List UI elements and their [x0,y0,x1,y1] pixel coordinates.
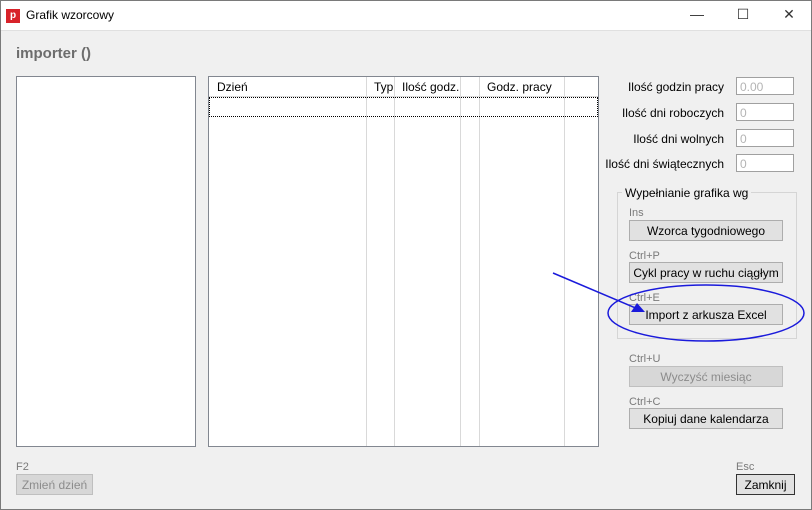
change-day-shortcut: F2 [16,461,29,473]
close-button[interactable]: Zamknij [736,474,795,495]
copy-calendar-shortcut: Ctrl+C [629,396,661,408]
hours-field[interactable]: 0.00 [736,77,794,95]
import-excel-button[interactable]: Import z arkusza Excel [629,304,783,325]
column-divider [394,77,395,446]
hours-label: Ilość godzin pracy [627,80,724,94]
days-grid[interactable]: Dzień Typ Ilość godz. Godz. pracy [208,76,599,447]
minimize-icon[interactable]: — [674,0,720,30]
column-header-type[interactable]: Typ [374,80,393,94]
column-divider [564,77,565,446]
column-header-day[interactable]: Dzień [217,80,248,94]
copy-calendar-button[interactable]: Kopiuj dane kalendarza [629,408,783,429]
selected-row-focus[interactable] [209,97,598,117]
column-header-hours[interactable]: Ilość godz. [402,80,459,94]
excel-shortcut: Ctrl+E [629,292,660,304]
change-day-button[interactable]: Zmień dzień [16,474,93,495]
column-divider [460,77,461,446]
close-shortcut: Esc [736,461,755,473]
weekly-pattern-button[interactable]: Wzorca tygodniowego [629,220,783,241]
window-title: Grafik wzorcowy [26,8,115,22]
column-header-work-hours[interactable]: Godz. pracy [487,80,552,94]
weekly-shortcut: Ins [629,207,644,219]
holidays-label: Ilość dni świątecznych [605,157,724,171]
continuous-cycle-button[interactable]: Cykl pracy w ruchu ciągłym [629,262,783,283]
close-icon[interactable]: ✕ [766,0,812,30]
app-icon: p [6,9,20,23]
holidays-field[interactable]: 0 [736,154,794,172]
maximize-icon[interactable]: ☐ [720,0,766,30]
title-bar: p Grafik wzorcowy — ☐ ✕ [0,0,812,31]
freedays-label: Ilość dni wolnych [633,132,724,146]
freedays-field[interactable]: 0 [736,129,794,147]
page-title: importer () [16,45,91,62]
workdays-field[interactable]: 0 [736,103,794,121]
fill-schedule-group-title: Wypełnianie grafika wg [622,186,752,200]
continuous-shortcut: Ctrl+P [629,250,660,262]
clear-month-shortcut: Ctrl+U [629,353,661,365]
workdays-label: Ilość dni roboczych [621,106,724,120]
column-divider [479,77,480,446]
left-list-panel[interactable] [16,76,196,447]
grid-header: Dzień Typ Ilość godz. Godz. pracy [209,77,598,97]
clear-month-button[interactable]: Wyczyść miesiąc [629,366,783,387]
column-divider [366,77,367,446]
